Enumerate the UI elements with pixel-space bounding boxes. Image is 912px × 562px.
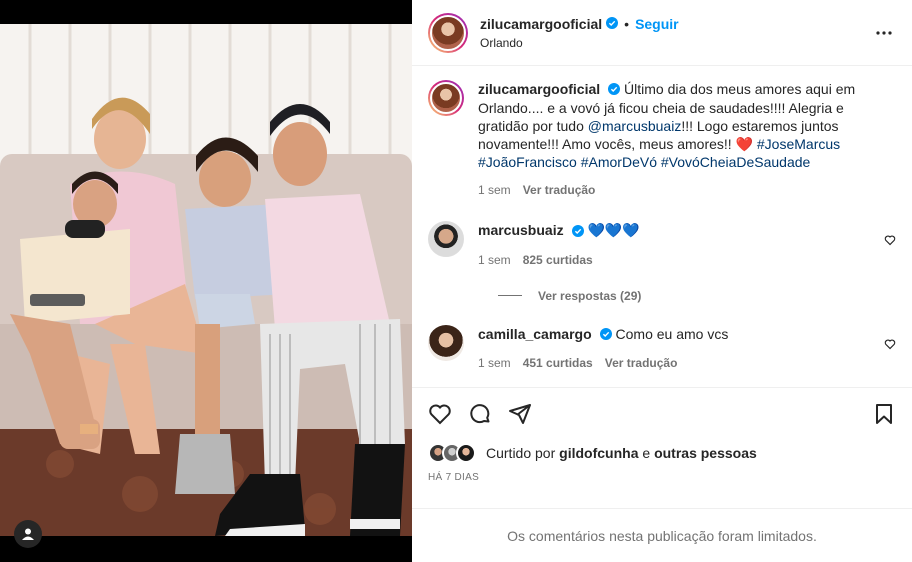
replies-divider [498, 295, 522, 297]
comment-time[interactable]: 1 sem [478, 251, 511, 269]
like-comment-heart-icon[interactable] [884, 233, 896, 251]
comment-item: marcusbuaiz 💙💙💙 1 sem 825 curtidas [428, 221, 896, 268]
caption-avatar[interactable] [428, 80, 464, 116]
verified-badge-icon [606, 16, 619, 32]
commenter-avatar[interactable] [428, 324, 464, 361]
verified-badge-icon [608, 81, 621, 99]
follow-button[interactable]: Seguir [635, 16, 679, 32]
author-avatar[interactable] [428, 12, 468, 53]
comment-bubble-icon[interactable] [468, 402, 492, 426]
see-translation-link[interactable]: Ver tradução [523, 181, 596, 199]
view-replies-label: Ver respostas (29) [538, 288, 642, 303]
likes-conjunction: e [642, 445, 651, 461]
comment-likes[interactable]: 451 curtidas [523, 354, 593, 372]
comment-text: Como eu amo vcs [615, 325, 729, 342]
comments-limited-notice: Os comentários nesta publicação foram li… [412, 508, 912, 562]
comment-text: 💙💙💙 [587, 222, 640, 239]
family-photo [0, 24, 412, 536]
hashtag[interactable]: #VovóCheiaDeSaudade [661, 154, 810, 170]
caption-time[interactable]: 1 sem [478, 181, 511, 199]
caption-username[interactable]: zilucamargooficial [478, 81, 600, 97]
post-details: zilucamargooficial • Seguir Orlando zilu… [412, 0, 912, 562]
hashtag[interactable]: #JoãoFrancisco [478, 154, 577, 170]
likes-prefix: Curtido por [486, 445, 556, 461]
commenter-username[interactable]: camilla_camargo [478, 326, 592, 342]
comment-item: camilla_camargo Como eu amo vcs 1 sem 45… [428, 324, 896, 372]
verified-badge-icon [571, 223, 584, 241]
liker-avatar [456, 443, 476, 463]
save-bookmark-icon[interactable] [872, 402, 896, 426]
verified-badge-icon [599, 326, 612, 344]
caption: zilucamargooficial Último dia dos meus a… [428, 80, 896, 199]
likes-summary[interactable]: Curtido por gildofcunha e outras pessoas [412, 440, 912, 466]
like-heart-icon[interactable] [428, 402, 452, 426]
liker-username[interactable]: gildofcunha [559, 445, 638, 461]
hashtag[interactable]: #JoseMarcus [757, 136, 840, 152]
hashtag[interactable]: #AmorDeVó [581, 154, 657, 170]
heart-emoji: ❤️ [735, 136, 753, 153]
post-dialog: zilucamargooficial • Seguir Orlando zilu… [0, 0, 912, 562]
tagged-users-icon[interactable] [14, 520, 42, 548]
post-photo[interactable] [0, 24, 412, 536]
comment-likes[interactable]: 825 curtidas [523, 251, 593, 269]
see-translation-link[interactable]: Ver tradução [605, 354, 678, 372]
liker-avatars [428, 443, 476, 463]
more-options-icon[interactable] [872, 21, 896, 45]
share-paper-plane-icon[interactable] [508, 402, 532, 426]
photo-panel [0, 0, 412, 562]
separator-dot: • [624, 15, 630, 32]
like-comment-heart-icon[interactable] [884, 337, 896, 355]
post-header: zilucamargooficial • Seguir Orlando [412, 0, 912, 66]
view-replies-button[interactable]: Ver respostas (29) [498, 289, 896, 303]
comments-section: zilucamargooficial Último dia dos meus a… [412, 66, 912, 388]
commenter-avatar[interactable] [428, 221, 464, 258]
commenter-username[interactable]: marcusbuaiz [478, 222, 564, 238]
action-bar [412, 388, 912, 440]
caption-mention[interactable]: @marcusbuaiz [588, 118, 682, 134]
post-date[interactable]: HÁ 7 DIAS [412, 466, 912, 496]
author-username[interactable]: zilucamargooficial [480, 16, 602, 32]
others-link[interactable]: outras pessoas [654, 445, 757, 461]
post-location[interactable]: Orlando [480, 36, 872, 50]
comment-time[interactable]: 1 sem [478, 354, 511, 372]
